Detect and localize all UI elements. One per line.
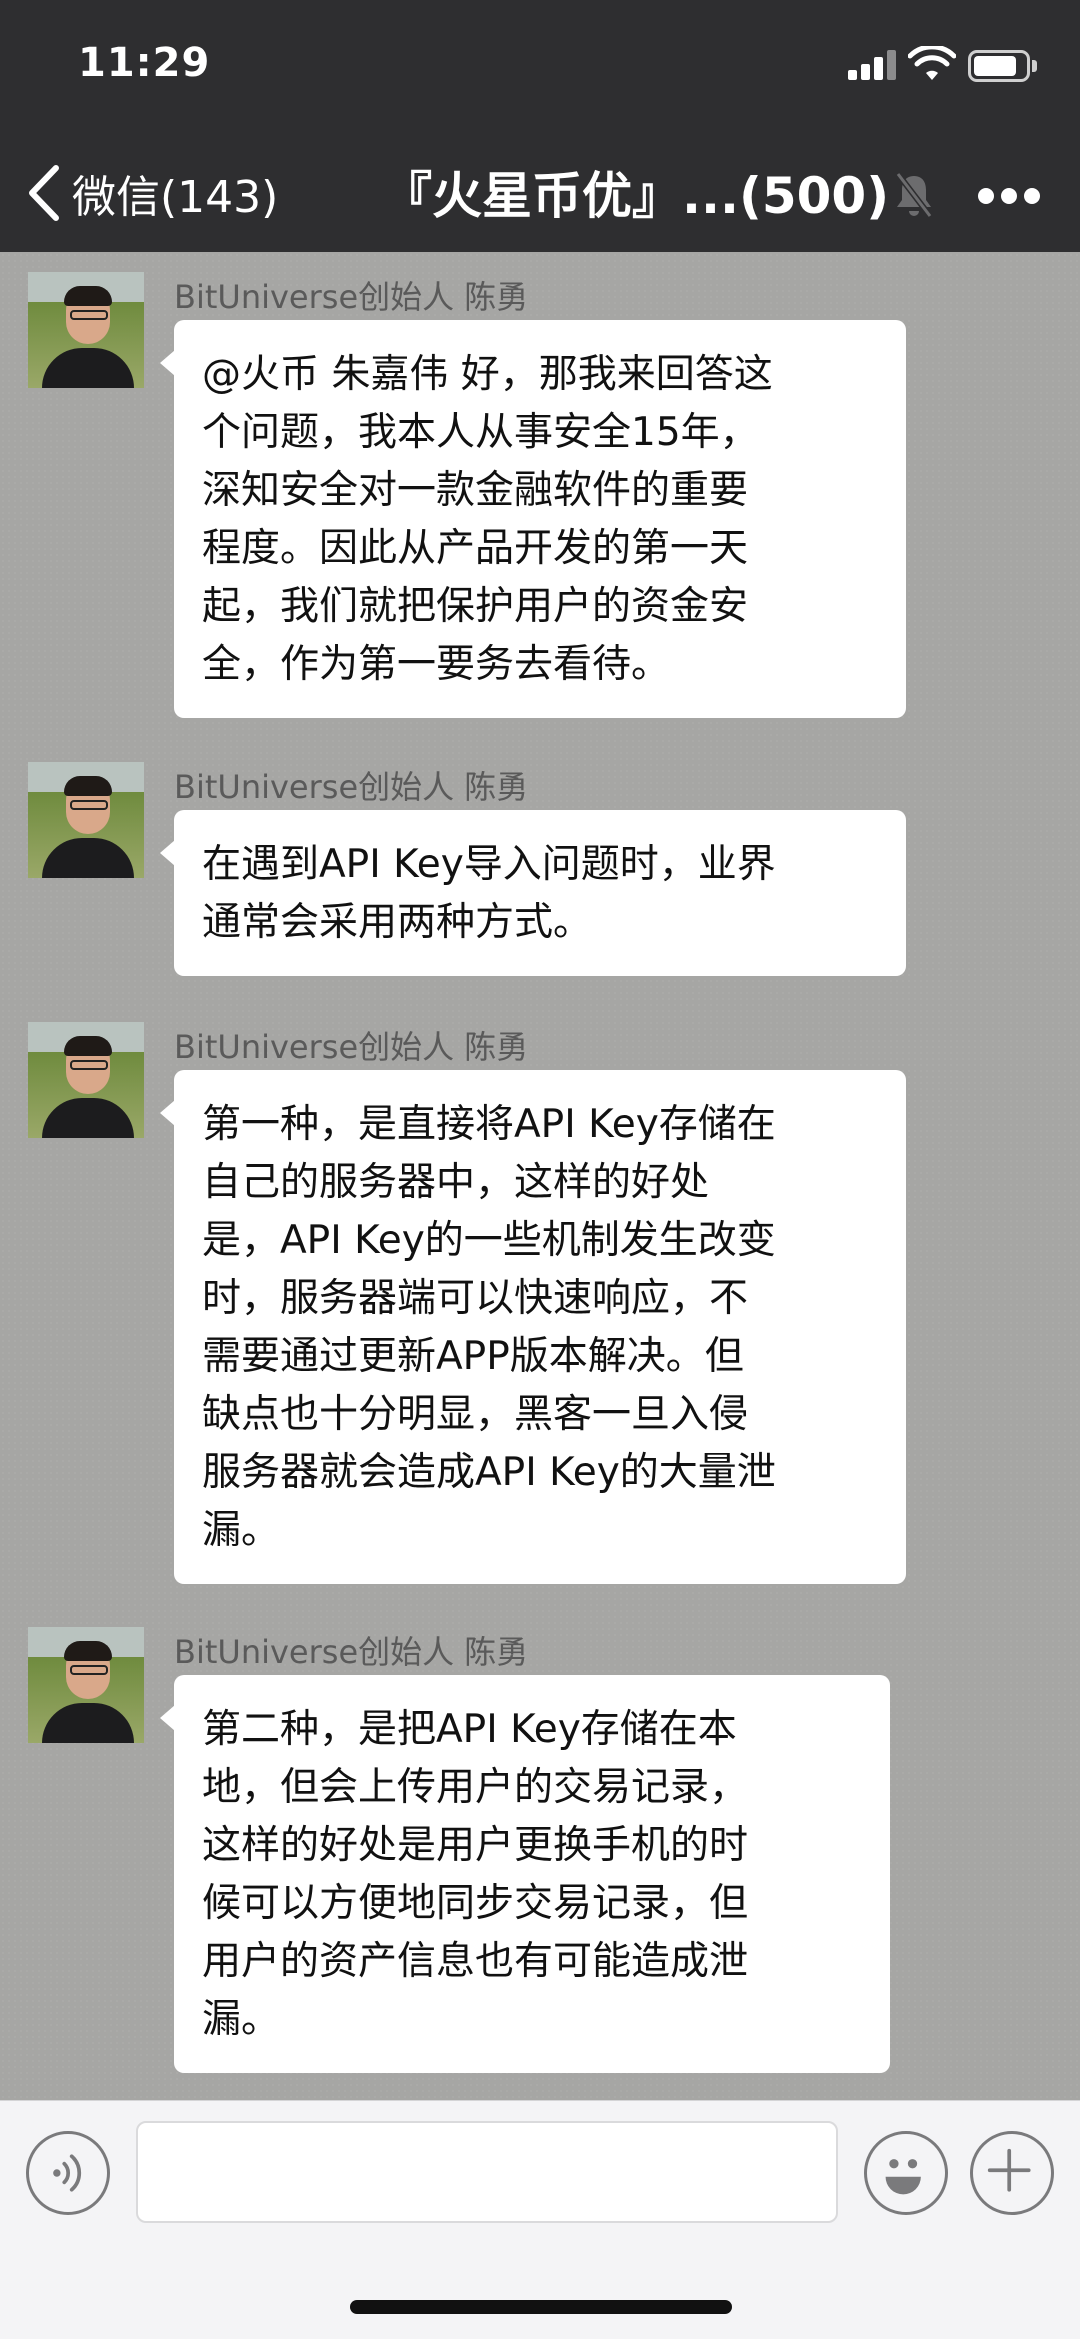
signal-icon (848, 50, 900, 80)
message-list[interactable]: BitUniverse创始人 陈勇 @火币 朱嘉伟 好，那我来回答这 个问题，我… (0, 252, 1080, 2100)
sender-name: BitUniverse创始人 陈勇 (174, 1028, 529, 1066)
chevron-left-icon (29, 165, 59, 221)
battery-icon (968, 50, 1038, 82)
status-bar: 11:29 (0, 0, 1080, 130)
avatar[interactable] (28, 272, 144, 388)
message-bubble[interactable]: 在遇到API Key导入问题时，业界 通常会采用两种方式。 (160, 810, 906, 976)
avatar[interactable] (28, 1627, 144, 1743)
sender-name: BitUniverse创始人 陈勇 (174, 768, 529, 806)
emoji-button[interactable] (864, 2131, 948, 2215)
message-bubble[interactable]: 第一种，是直接将API Key存储在 自己的服务器中，这样的好处 是，API K… (160, 1070, 906, 1584)
more-dots-icon (978, 188, 994, 204)
sender-name: BitUniverse创始人 陈勇 (174, 1633, 529, 1671)
emoji-icon (885, 2159, 921, 2195)
nav-bar: 微信(143) 『火星币优』...(500) (0, 130, 1080, 252)
avatar[interactable] (28, 762, 144, 878)
voice-button[interactable] (26, 2131, 110, 2215)
home-area (0, 2240, 1080, 2339)
wifi-icon (908, 46, 956, 80)
sender-name: BitUniverse创始人 陈勇 (174, 278, 529, 316)
back-label: 微信(143) (72, 172, 279, 223)
plus-icon (987, 2148, 1031, 2192)
top-bar: 11:29 微信(143) 『火星币优』...(500) (0, 0, 1080, 252)
back-button[interactable]: 微信(143) (26, 158, 278, 228)
message-input[interactable] (136, 2121, 838, 2223)
bell-muted-icon (895, 172, 933, 218)
avatar[interactable] (28, 1022, 144, 1138)
message-bubble[interactable]: 第二种，是把API Key存储在本 地，但会上传用户的交易记录， 这样的好处是用… (160, 1675, 890, 2073)
plus-button[interactable] (970, 2131, 1054, 2215)
home-indicator[interactable] (350, 2300, 732, 2314)
more-button[interactable] (978, 188, 1040, 204)
status-time: 11:29 (78, 40, 211, 86)
chat-screen: 11:29 微信(143) 『火星币优』...(500) BitUniverse… (0, 0, 1080, 2339)
chat-title: 『火星币优』...(500) (382, 167, 890, 225)
message-bubble[interactable]: @火币 朱嘉伟 好，那我来回答这 个问题，我本人从事安全15年， 深知安全对一款… (160, 320, 906, 718)
input-bar (0, 2100, 1080, 2240)
voice-icon (53, 2154, 82, 2192)
